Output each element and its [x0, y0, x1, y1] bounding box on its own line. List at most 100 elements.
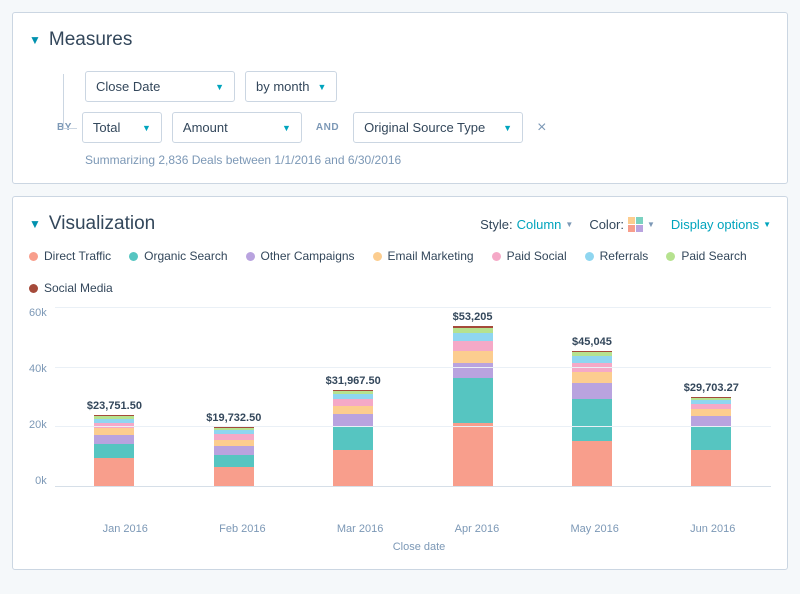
bar-segment[interactable] [214, 440, 254, 447]
bar-group: $45,045 [538, 336, 645, 486]
bar-segment[interactable] [572, 399, 612, 441]
measures-body: Close Date ▼ by month ▼ BY Total ▼ Amoun… [29, 71, 771, 167]
bar-segment[interactable] [94, 435, 134, 444]
bar-segment[interactable] [453, 363, 493, 378]
bar-segment[interactable] [453, 351, 493, 363]
bar-segment[interactable] [572, 372, 612, 383]
x-tick: May 2016 [571, 523, 619, 535]
legend-item[interactable]: Organic Search [129, 249, 227, 263]
bar-stack[interactable] [453, 326, 493, 486]
bar-total-label: $19,732.50 [206, 412, 261, 424]
legend-item[interactable]: Direct Traffic [29, 249, 111, 263]
legend-item[interactable]: Other Campaigns [246, 249, 355, 263]
total-dropdown[interactable]: Total ▼ [82, 112, 162, 143]
gridline [55, 367, 771, 368]
viz-options: Style: Column ▼ Color: ▼ Display options… [480, 217, 771, 232]
y-tick: 0k [35, 475, 47, 487]
legend-swatch [585, 252, 594, 261]
by-row: BY Total ▼ Amount ▼ AND Original Source … [57, 112, 771, 143]
caret-down-icon: ▼ [215, 82, 224, 92]
legend-label: Referrals [600, 249, 649, 263]
legend-item[interactable]: Paid Search [666, 249, 746, 263]
legend-item[interactable]: Social Media [29, 281, 113, 295]
bar-total-label: $29,703.27 [684, 382, 739, 394]
bar-total-label: $45,045 [572, 336, 612, 348]
bar-segment[interactable] [691, 426, 731, 450]
source-dropdown[interactable]: Original Source Type ▼ [353, 112, 523, 143]
display-options-button[interactable]: Display options ▼ [671, 217, 771, 232]
bar-stack[interactable] [572, 351, 612, 486]
legend-swatch [492, 252, 501, 261]
bar-segment[interactable] [94, 428, 134, 435]
bar-group: $29,703.27 [658, 382, 765, 486]
bar-segment[interactable] [453, 333, 493, 341]
legend-label: Social Media [44, 281, 113, 295]
bar-segment[interactable] [572, 383, 612, 400]
bar-stack[interactable] [333, 390, 373, 486]
legend-swatch [666, 252, 675, 261]
x-tick: Mar 2016 [337, 523, 383, 535]
caret-down-icon: ▼ [763, 220, 771, 229]
bar-segment[interactable] [453, 378, 493, 423]
style-selector[interactable]: Style: Column ▼ [480, 217, 573, 232]
amount-dropdown[interactable]: Amount ▼ [172, 112, 302, 143]
y-tick: 60k [29, 307, 47, 319]
bar-stack[interactable] [214, 427, 254, 486]
bar-segment[interactable] [94, 444, 134, 458]
bar-segment[interactable] [333, 399, 373, 406]
caret-down-icon: ▼ [565, 220, 573, 229]
color-selector[interactable]: Color: ▼ [589, 217, 655, 232]
chart-plot: $23,751.50$19,732.50$31,967.50$53,205$45… [55, 307, 771, 487]
close-date-dropdown[interactable]: Close Date ▼ [85, 71, 235, 102]
bar-segment[interactable] [572, 441, 612, 486]
bar-segment[interactable] [691, 416, 731, 427]
bar-segment[interactable] [691, 450, 731, 486]
total-value: Total [93, 120, 120, 135]
color-label: Color: [589, 217, 624, 232]
legend-item[interactable]: Referrals [585, 249, 649, 263]
bar-segment[interactable] [333, 414, 373, 426]
bar-group: $19,732.50 [180, 412, 287, 486]
style-label: Style: [480, 217, 513, 232]
bar-segment[interactable] [333, 406, 373, 414]
legend-swatch [246, 252, 255, 261]
bar-segment[interactable] [214, 455, 254, 467]
legend-label: Paid Search [681, 249, 746, 263]
remove-source-button[interactable]: × [533, 119, 550, 137]
frequency-value: by month [256, 79, 309, 94]
caret-down-icon: ▼ [282, 123, 291, 133]
bar-segment[interactable] [333, 426, 373, 450]
bar-segment[interactable] [214, 467, 254, 487]
gridline [55, 426, 771, 427]
bars-container: $23,751.50$19,732.50$31,967.50$53,205$45… [55, 307, 771, 486]
measures-toggle[interactable]: ▼ Measures [29, 29, 771, 51]
viz-header: ▼ Visualization Style: Column ▼ Color: ▼… [29, 213, 771, 235]
legend-item[interactable]: Paid Social [492, 249, 567, 263]
x-axis-labels: Jan 2016Feb 2016Mar 2016Apr 2016May 2016… [29, 523, 771, 535]
x-axis-title: Close date [29, 541, 771, 553]
bar-segment[interactable] [453, 423, 493, 486]
bar-total-label: $23,751.50 [87, 400, 142, 412]
caret-down-icon: ▼ [317, 82, 326, 92]
legend-label: Organic Search [144, 249, 227, 263]
bar-segment[interactable] [691, 409, 731, 416]
visualization-toggle[interactable]: ▼ Visualization [29, 213, 155, 235]
gridline [55, 307, 771, 308]
bar-segment[interactable] [333, 450, 373, 486]
close-date-value: Close Date [96, 79, 160, 94]
chart-area: 60k40k20k0k $23,751.50$19,732.50$31,967.… [29, 307, 771, 517]
caret-down-icon: ▼ [503, 123, 512, 133]
frequency-dropdown[interactable]: by month ▼ [245, 71, 337, 102]
bar-segment[interactable] [453, 341, 493, 351]
bar-segment[interactable] [94, 458, 134, 487]
bar-stack[interactable] [691, 397, 731, 486]
legend-label: Direct Traffic [44, 249, 111, 263]
legend-item[interactable]: Email Marketing [373, 249, 474, 263]
source-value: Original Source Type [364, 120, 485, 135]
y-axis: 60k40k20k0k [29, 307, 55, 487]
bar-segment[interactable] [214, 446, 254, 454]
legend-label: Email Marketing [388, 249, 474, 263]
x-tick: Jan 2016 [103, 523, 148, 535]
bar-segment[interactable] [572, 356, 612, 363]
palette-icon [628, 217, 643, 232]
